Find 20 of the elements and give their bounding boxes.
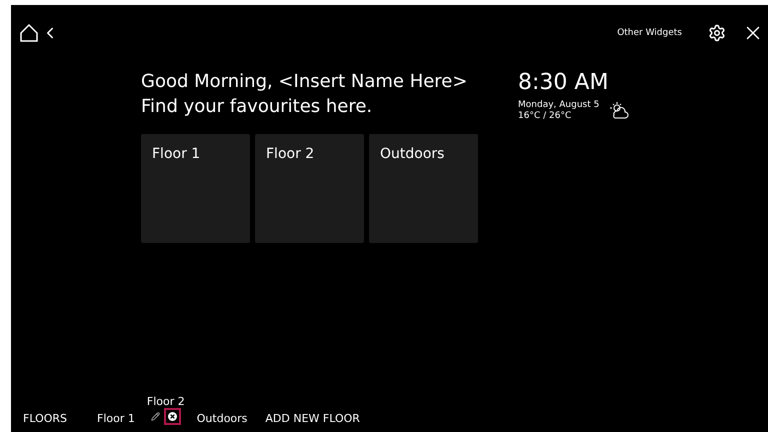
temperature-text: 16°C / 26°C: [518, 111, 572, 122]
floor-tab[interactable]: Floor 2: [146, 395, 185, 408]
floor-card[interactable]: Floor 1: [141, 134, 250, 243]
greeting-text: Good Morning, <Insert Name Here>: [141, 70, 468, 94]
date-text: Monday, August 5: [518, 100, 600, 111]
floor-card[interactable]: Outdoors: [369, 134, 478, 243]
settings-button[interactable]: [708, 24, 726, 42]
add-floor-button[interactable]: ADD NEW FLOOR: [265, 412, 360, 425]
floor-tab[interactable]: Outdoors: [196, 412, 248, 425]
floors-title: FLOORS: [23, 412, 68, 425]
clock-time: 8:30 AM: [518, 69, 610, 97]
other-widgets-link[interactable]: Other Widgets: [617, 28, 682, 38]
floor-card[interactable]: Floor 2: [255, 134, 364, 243]
sun-cloud-icon: [609, 101, 630, 121]
floor-tab[interactable]: Floor 1: [97, 412, 135, 425]
delete-button[interactable]: [164, 408, 181, 425]
delete-icon: [168, 412, 177, 421]
subtitle-text: Find your favourites here.: [141, 95, 374, 119]
pencil-icon[interactable]: [150, 412, 160, 421]
home-icon[interactable]: [19, 23, 39, 43]
